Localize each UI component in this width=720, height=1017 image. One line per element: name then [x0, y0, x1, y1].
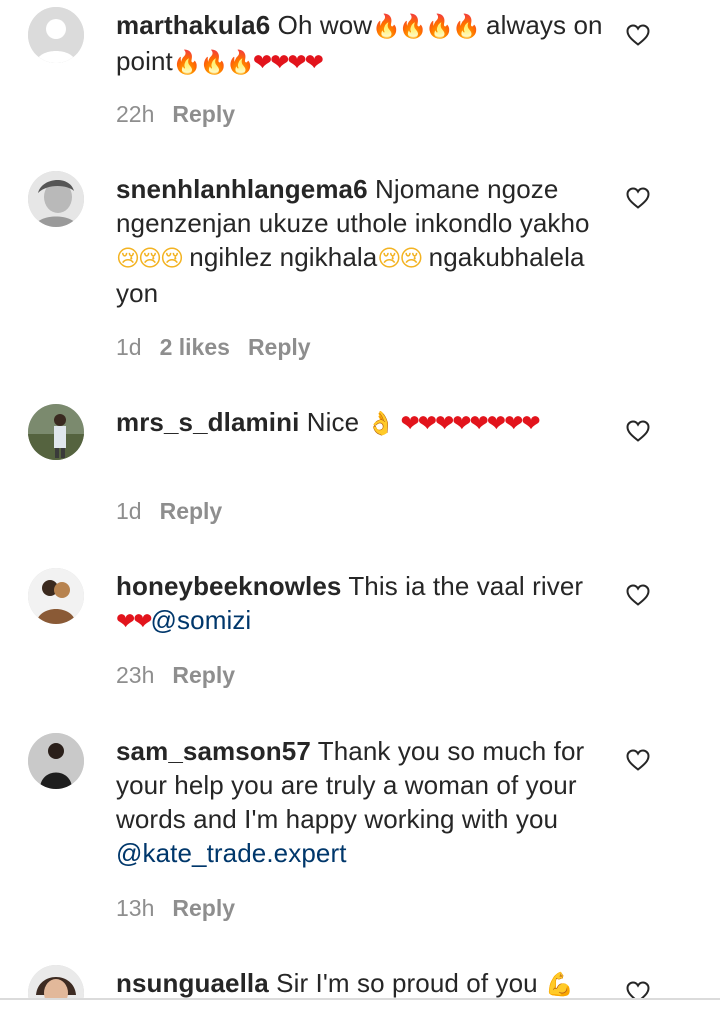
- bottom-divider: [0, 998, 720, 1000]
- comment-text: Sir I'm so proud of you: [276, 968, 538, 998]
- avatar[interactable]: [28, 965, 84, 998]
- comment-username[interactable]: nsunguaella: [116, 968, 269, 998]
- flexed-biceps-emoji: 💪: [545, 972, 574, 998]
- comment-body: nsunguaella Sir I'm so proud of you 💪: [116, 966, 606, 998]
- avatar-photo: [28, 965, 84, 998]
- heart-outline-icon[interactable]: [626, 981, 650, 998]
- comment-item: nsunguaella Sir I'm so proud of you 💪: [0, 0, 720, 998]
